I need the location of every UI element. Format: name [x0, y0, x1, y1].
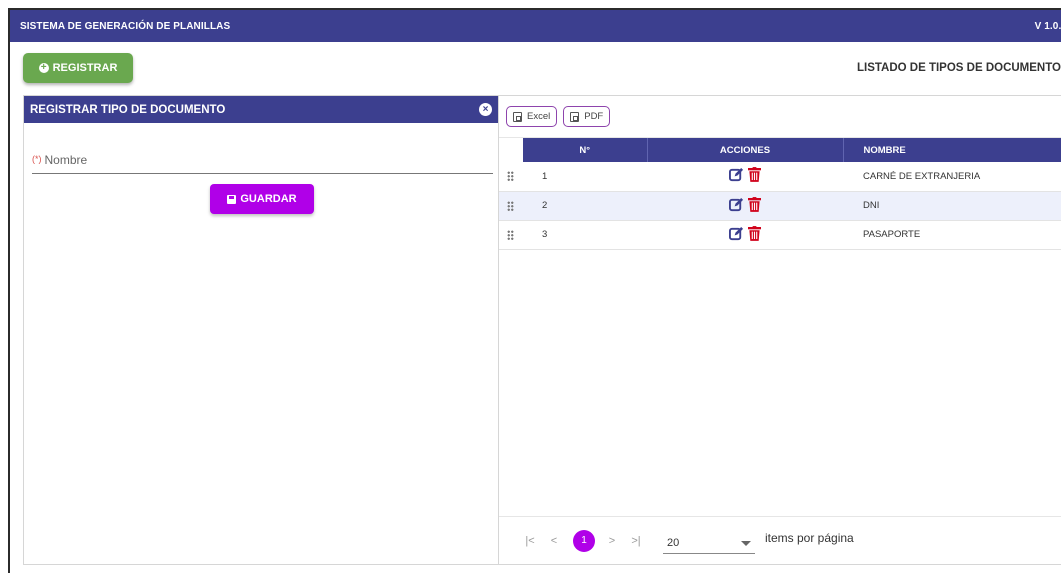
excel-button[interactable]: Excel [506, 106, 558, 127]
prev-page-button[interactable]: < [543, 535, 565, 547]
edit-icon[interactable] [729, 197, 744, 212]
drag-handle-icon[interactable] [507, 229, 514, 240]
page-1-button[interactable]: 1 [573, 529, 595, 552]
close-icon[interactable]: × [479, 103, 492, 116]
registrar-button[interactable]: + REGISTRAR [23, 53, 133, 83]
table-row[interactable]: 3 PASAPORTE [499, 220, 1061, 250]
drag-handle-icon[interactable] [507, 171, 514, 182]
table-row[interactable]: 2 DNI [499, 191, 1061, 221]
row-actions [647, 191, 843, 221]
header-acciones[interactable]: ACCIONES [647, 138, 844, 162]
required-mark: (*) [32, 154, 42, 164]
app-version: V 1.0.0 [1034, 20, 1061, 32]
trash-icon[interactable] [748, 167, 761, 183]
edit-icon[interactable] [729, 167, 744, 182]
pdf-button[interactable]: PDF [563, 106, 611, 127]
list-panel: Excel PDF N° ACCIONES NOMBRE 1 CARNÉ DE … [499, 95, 1061, 565]
drag-handle-icon[interactable] [507, 200, 514, 211]
row-actions [647, 220, 843, 250]
row-nombre: PASAPORTE [843, 220, 1061, 250]
excel-icon [513, 111, 522, 122]
row-num: 3 [523, 220, 647, 250]
app-window: SISTEMA DE GENERACIÓN DE PLANILLAS V 1.0… [8, 8, 1061, 573]
list-title: LISTADO DE TIPOS DE DOCUMENTO [856, 62, 1061, 74]
trash-icon[interactable] [748, 196, 761, 212]
page-size-value: 20 [667, 537, 680, 549]
row-nombre: CARNÉ DE EXTRANJERIA [843, 162, 1061, 192]
last-page-button[interactable]: >| [625, 535, 647, 547]
chevron-down-icon [741, 540, 751, 546]
registrar-label: REGISTRAR [52, 62, 118, 74]
form-title: REGISTRAR TIPO DE DOCUMENTO [30, 103, 226, 116]
next-page-button[interactable]: > [601, 535, 623, 547]
edit-icon[interactable] [729, 226, 744, 241]
top-bar: SISTEMA DE GENERACIÓN DE PLANILLAS V 1.0… [10, 10, 1061, 42]
pdf-icon [570, 111, 580, 122]
excel-label: Excel [527, 111, 551, 122]
form-header: REGISTRAR TIPO DE DOCUMENTO × [24, 96, 498, 123]
row-num: 2 [523, 191, 647, 221]
save-icon [227, 194, 237, 204]
header-num[interactable]: N° [523, 138, 648, 162]
document-types-table: N° ACCIONES NOMBRE 1 CARNÉ DE EXTRANJERI… [499, 138, 1061, 250]
table-header-row: N° ACCIONES NOMBRE [499, 138, 1061, 162]
pdf-label: PDF [584, 111, 604, 122]
row-nombre: DNI [843, 191, 1061, 221]
pagination: |< < 1 > >| 20 items por página [499, 516, 1061, 564]
header-handle [499, 138, 523, 162]
page-size-select[interactable]: 20 [663, 528, 755, 554]
first-page-button[interactable]: |< [519, 535, 541, 547]
nombre-label: Nombre [44, 153, 88, 167]
plus-circle-icon: + [38, 63, 49, 73]
header-nombre[interactable]: NOMBRE [843, 138, 1061, 162]
row-actions [647, 162, 843, 192]
app-title: SISTEMA DE GENERACIÓN DE PLANILLAS [20, 20, 231, 32]
nombre-field[interactable]: (*) Nombre [32, 146, 493, 174]
register-form-panel: REGISTRAR TIPO DE DOCUMENTO × (*) Nombre… [23, 95, 499, 565]
trash-icon[interactable] [748, 225, 761, 241]
row-num: 1 [523, 162, 647, 192]
table-row[interactable]: 1 CARNÉ DE EXTRANJERIA [499, 162, 1061, 192]
export-toolbar: Excel PDF [499, 96, 1061, 138]
per-page-label: items por página [765, 530, 854, 545]
guardar-label: GUARDAR [240, 193, 297, 205]
guardar-button[interactable]: GUARDAR [210, 184, 314, 214]
